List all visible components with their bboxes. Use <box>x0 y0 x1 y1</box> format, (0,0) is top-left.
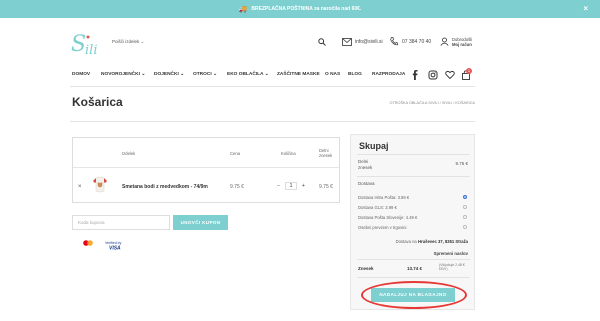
highlight-annotation <box>361 281 467 309</box>
verified-by-visa-logo: Verified by VISA <box>104 239 126 252</box>
nav-item-domov[interactable]: DOMOV <box>72 72 90 77</box>
header-price: Cena <box>230 151 241 156</box>
qty-plus-button[interactable]: + <box>299 183 308 189</box>
shipping-option-hitra-posta[interactable]: Dostava Hitra Pošta: 3.99 € <box>358 195 409 200</box>
coupon-code-input[interactable]: Koda kupona <box>72 215 170 230</box>
header-quantity: Količina <box>281 151 296 156</box>
ship-to-address: Hruševec 37, 8351 Straža <box>417 239 468 244</box>
svg-text:Verified by: Verified by <box>105 241 122 245</box>
breadcrumb[interactable]: OTROŠKA OBLAČILA SIVILI / SIVILI / KOŠAR… <box>390 101 475 105</box>
email-link[interactable]: info@sivili.si <box>355 39 383 45</box>
svg-text:VISA: VISA <box>109 246 121 252</box>
product-name-link[interactable]: Smetana bodi z medvedkom - 74/9m <box>122 184 208 190</box>
remove-item-icon[interactable]: × <box>78 184 82 190</box>
line-subtotal: 9.75 € <box>319 184 333 190</box>
shipping-destination: Dostava na Hruševec 37, 8351 Straža <box>396 239 468 244</box>
nav-item-dojencki[interactable]: DOJENČKI ⌄ <box>154 72 184 77</box>
total-value: 13.74 € <box>407 266 423 271</box>
main-navigation: DOMOV NOVOROJENČKI ⌄ DOJENČKI ⌄ OTROCI ⌄… <box>0 68 600 84</box>
site-header: S ili Poišči izdelek ⌄ info@sivili.si 07… <box>0 18 600 68</box>
free-shipping-banner: 🚚 BREZPLAČNA POŠTNINA za naročila nad 60… <box>0 0 600 18</box>
nav-item-o-nas[interactable]: O NAS <box>325 72 340 77</box>
qty-minus-button[interactable]: − <box>274 183 283 189</box>
email-icon <box>342 38 352 46</box>
totals-title: Skupaj <box>359 141 389 151</box>
nav-item-otroci[interactable]: OTROCI ⌄ <box>193 72 217 77</box>
divider <box>70 121 475 122</box>
total-label: Znesek <box>358 266 374 271</box>
chevron-down-icon: ⌄ <box>140 39 145 44</box>
vat-note: (Vključuje 2.48 € DDV) <box>439 263 465 271</box>
shipping-option-pickup[interactable]: Osebni prevzem v trgovini <box>358 225 406 230</box>
apply-coupon-button[interactable]: UNOVČI KUPON <box>173 215 228 230</box>
search-placeholder: Poišči izdelek <box>112 39 140 44</box>
close-banner-icon[interactable]: × <box>583 4 588 13</box>
my-account-label: Moj račun <box>452 42 472 47</box>
divider <box>357 176 470 177</box>
nav-item-blog[interactable]: BLOG <box>348 72 362 77</box>
subtotal-value: 9.75 € <box>455 161 468 166</box>
user-icon[interactable] <box>440 37 449 46</box>
search-input[interactable]: Poišči izdelek ⌄ <box>112 39 144 45</box>
ship-to-prefix: Dostava na <box>395 239 417 244</box>
nav-item-razprodaja[interactable]: RAZPRODAJA <box>372 72 405 77</box>
shipping-option-posta-slovenije[interactable]: Dostava Pošta Slovenije: 4.49 € <box>358 215 417 220</box>
account-link[interactable]: Dobrodošli Moj račun <box>452 37 472 47</box>
cart-table: Izdelek Cena Količina Delni znesek × Sme… <box>72 137 340 203</box>
svg-text:S: S <box>71 32 86 57</box>
divider <box>357 277 470 278</box>
nav-item-zascitne-maske[interactable]: ZAŠČITNE MASKE <box>277 72 320 77</box>
phone-icon <box>390 37 398 46</box>
phone-number[interactable]: 07 384 70 40 <box>402 39 431 45</box>
search-icon[interactable] <box>318 38 326 46</box>
divider <box>357 154 470 155</box>
qty-input[interactable]: 1 <box>285 181 297 190</box>
shipping-radio-posta-slovenije[interactable] <box>463 215 467 219</box>
shipping-label: Dostava <box>358 181 375 186</box>
cart-count-badge: 1 <box>466 68 472 74</box>
header-product: Izdelek <box>122 151 136 156</box>
unit-price: 9.75 € <box>230 184 244 190</box>
row-divider <box>73 167 339 168</box>
quantity-stepper: − 1 + <box>274 181 308 190</box>
shipping-option-gls[interactable]: Dostava GLS: 3.99 € <box>358 205 397 210</box>
change-address-link[interactable]: Spremeni naslov <box>434 251 468 256</box>
shipping-radio-hitra-posta[interactable] <box>463 195 467 199</box>
header-subtotal: Delni znesek <box>319 148 333 158</box>
subtotal-label: Delni znesek <box>358 159 373 170</box>
shipping-radio-gls[interactable] <box>463 205 467 209</box>
svg-text:ili: ili <box>85 43 97 58</box>
divider <box>357 259 470 260</box>
cart-totals-panel: Skupaj Delni znesek 9.75 € Dostava Dosta… <box>350 134 475 310</box>
nav-item-eko-oblacila[interactable]: EKO OBLAČILA ⌄ <box>227 72 269 77</box>
shipping-radio-pickup[interactable] <box>463 225 467 229</box>
heart-icon[interactable] <box>445 70 455 80</box>
facebook-icon[interactable] <box>410 70 420 80</box>
visa-icon: Verified by VISA <box>105 241 122 252</box>
banner-text: BREZPLAČNA POŠTNINA za naročila nad 60€. <box>251 6 362 12</box>
nav-item-novorojencki[interactable]: NOVOROJENČKI ⌄ <box>101 72 145 77</box>
instagram-icon[interactable] <box>428 70 438 80</box>
sivili-logo[interactable]: S ili <box>70 24 102 62</box>
divider <box>70 86 475 87</box>
mastercard-icon <box>83 240 93 246</box>
truck-icon: 🚚 <box>238 6 248 13</box>
mastercard-securecode-logo <box>78 240 100 252</box>
product-image[interactable] <box>90 176 110 194</box>
page-title: Košarica <box>72 95 123 109</box>
